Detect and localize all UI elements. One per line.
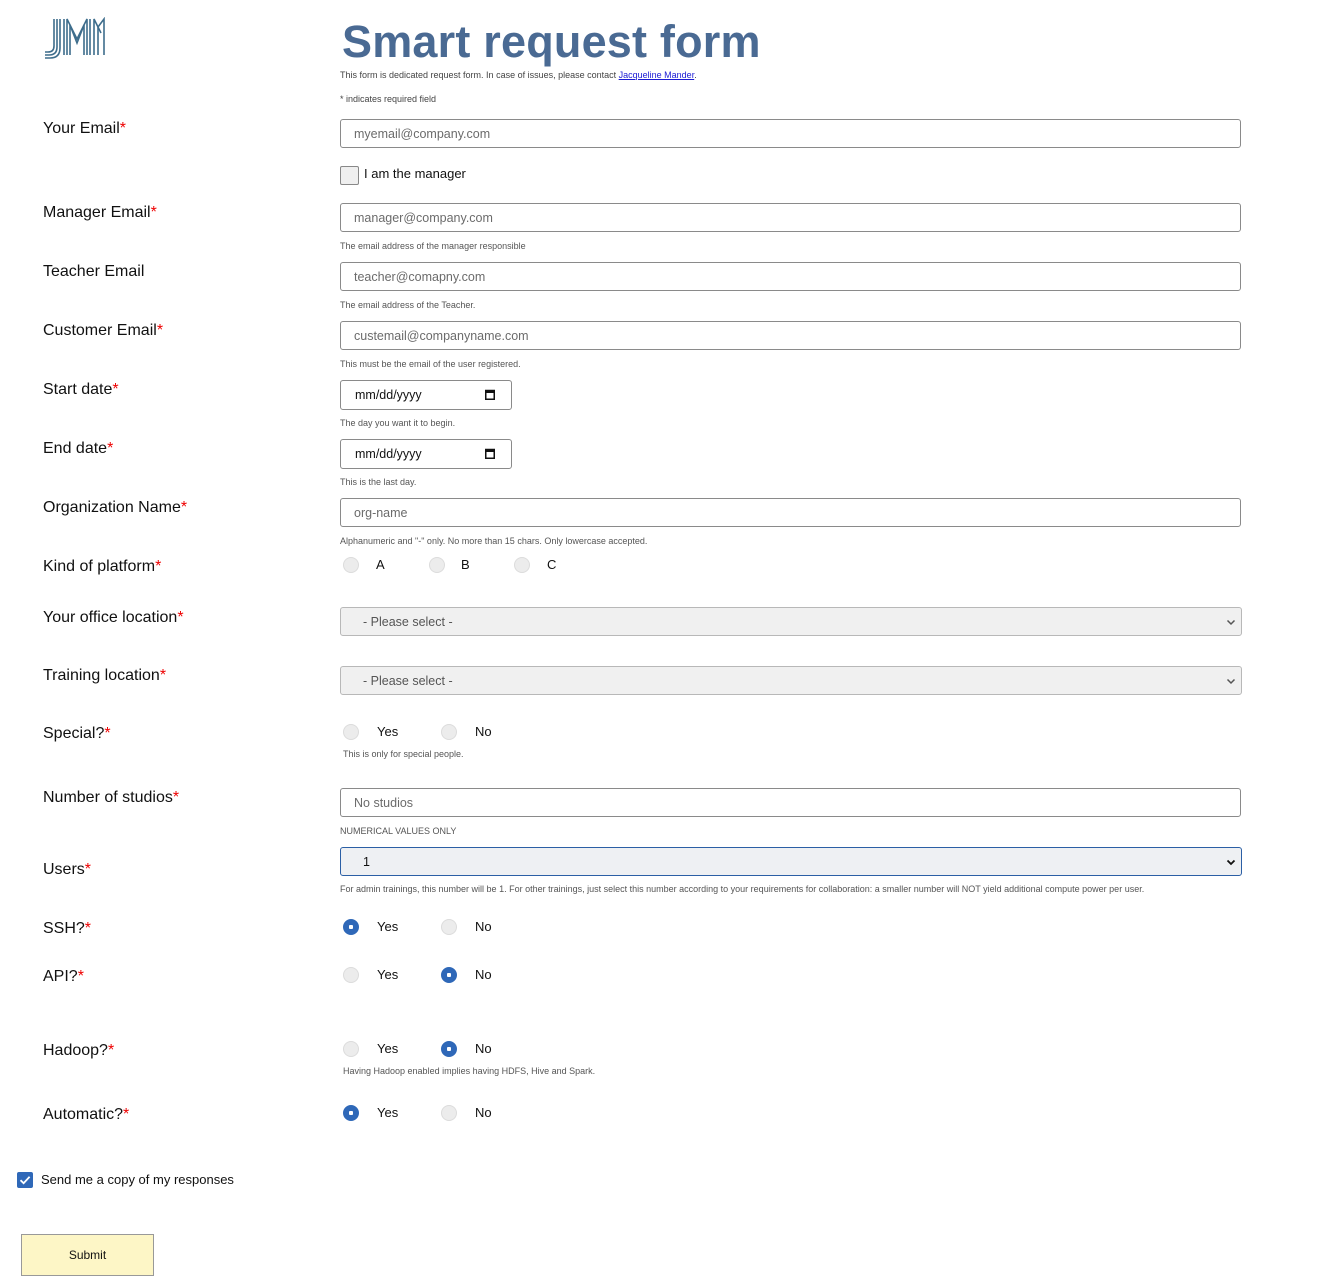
platform-radio-a[interactable] xyxy=(343,557,359,573)
hadoop-radio-no[interactable] xyxy=(441,1041,457,1057)
page-title: Smart request form xyxy=(342,16,761,67)
ssh-radio-yes[interactable] xyxy=(343,919,359,935)
platform-option-c-label: C xyxy=(547,557,557,572)
teacher-email-input[interactable] xyxy=(340,262,1241,291)
chevron-down-icon xyxy=(1226,619,1236,626)
ssh-no-label: No xyxy=(475,919,492,934)
special-no-label: No xyxy=(475,724,492,739)
special-label: Special?* xyxy=(43,725,111,742)
calendar-icon[interactable] xyxy=(485,389,495,400)
users-select[interactable]: 1 xyxy=(340,847,1242,876)
automatic-no-label: No xyxy=(475,1105,492,1120)
hadoop-no-label: No xyxy=(475,1041,492,1056)
teacher-email-label: Teacher Email xyxy=(43,263,145,280)
ssh-yes-label: Yes xyxy=(377,919,399,934)
automatic-radio-no[interactable] xyxy=(441,1105,457,1121)
automatic-yes-label: Yes xyxy=(377,1105,399,1120)
platform-option-b-label: B xyxy=(461,557,470,572)
ssh-label: SSH?* xyxy=(43,920,92,937)
customer-email-label: Customer Email* xyxy=(43,322,164,339)
hadoop-label: Hadoop?* xyxy=(43,1042,115,1059)
office-location-select[interactable]: - Please select - xyxy=(340,607,1242,636)
send-copy-label: Send me a copy of my responses xyxy=(41,1172,234,1187)
office-location-label: Your office location* xyxy=(43,609,184,626)
send-copy-checkbox[interactable] xyxy=(17,1172,33,1188)
i-am-manager-checkbox[interactable] xyxy=(340,166,359,185)
manager-email-label: Manager Email* xyxy=(43,204,157,221)
checkmark-icon xyxy=(19,1176,31,1185)
manager-email-input[interactable] xyxy=(340,203,1241,232)
org-name-label: Organization Name* xyxy=(43,499,188,516)
org-name-input[interactable] xyxy=(340,498,1241,527)
special-radio-no[interactable] xyxy=(441,724,457,740)
customer-email-help: This must be the email of the user regis… xyxy=(340,359,521,369)
ssh-radio-no[interactable] xyxy=(441,919,457,935)
customer-email-input[interactable] xyxy=(340,321,1241,350)
platform-radio-c[interactable] xyxy=(514,557,530,573)
chevron-down-icon xyxy=(1226,678,1236,685)
start-date-help: The day you want it to begin. xyxy=(340,418,456,428)
office-location-value: - Please select - xyxy=(363,614,453,629)
studios-input[interactable] xyxy=(340,788,1241,817)
submit-button[interactable]: Submit xyxy=(21,1234,154,1276)
api-radio-no[interactable] xyxy=(441,967,457,983)
jm-logo xyxy=(45,17,105,59)
automatic-radio-yes[interactable] xyxy=(343,1105,359,1121)
api-yes-label: Yes xyxy=(377,967,399,982)
training-location-label: Training location* xyxy=(43,667,167,684)
i-am-manager-label: I am the manager xyxy=(364,166,466,181)
users-value: 1 xyxy=(363,854,370,869)
hadoop-yes-label: Yes xyxy=(377,1041,399,1056)
contact-link[interactable]: Jacqueline Mander xyxy=(619,70,695,80)
end-date-value: mm/dd/yyyy xyxy=(355,447,422,461)
automatic-label: Automatic?* xyxy=(43,1106,130,1123)
users-help: For admin trainings, this number will be… xyxy=(340,884,1145,894)
special-yes-label: Yes xyxy=(377,724,399,739)
training-location-select[interactable]: - Please select - xyxy=(340,666,1242,695)
special-help: This is only for special people. xyxy=(343,749,464,759)
api-no-label: No xyxy=(475,967,492,982)
start-date-label: Start date* xyxy=(43,381,119,398)
end-date-input[interactable]: mm/dd/yyyy xyxy=(340,439,512,469)
studios-help: NUMERICAL VALUES ONLY xyxy=(340,826,457,836)
hadoop-radio-yes[interactable] xyxy=(343,1041,359,1057)
chevron-down-icon xyxy=(1226,859,1236,866)
hadoop-help: Having Hadoop enabled implies having HDF… xyxy=(343,1066,596,1076)
your-email-input[interactable] xyxy=(340,119,1241,148)
org-name-help: Alphanumeric and "-" only. No more than … xyxy=(340,536,648,546)
special-radio-yes[interactable] xyxy=(343,724,359,740)
end-date-label: End date* xyxy=(43,440,114,457)
form-description: This form is dedicated request form. In … xyxy=(340,70,697,80)
your-email-label: Your Email* xyxy=(43,120,127,137)
studios-label: Number of studios* xyxy=(43,789,180,806)
platform-option-a-label: A xyxy=(376,557,385,572)
end-date-help: This is the last day. xyxy=(340,477,417,487)
training-location-value: - Please select - xyxy=(363,673,453,688)
api-label: API?* xyxy=(43,968,84,985)
calendar-icon[interactable] xyxy=(485,448,495,459)
teacher-email-help: The email address of the Teacher. xyxy=(340,300,476,310)
platform-radio-b[interactable] xyxy=(429,557,445,573)
users-label: Users* xyxy=(43,861,92,878)
required-note: * indicates required field xyxy=(340,94,437,104)
start-date-input[interactable]: mm/dd/yyyy xyxy=(340,380,512,410)
api-radio-yes[interactable] xyxy=(343,967,359,983)
start-date-value: mm/dd/yyyy xyxy=(355,388,422,402)
manager-email-help: The email address of the manager respons… xyxy=(340,241,526,251)
platform-label: Kind of platform* xyxy=(43,558,162,575)
